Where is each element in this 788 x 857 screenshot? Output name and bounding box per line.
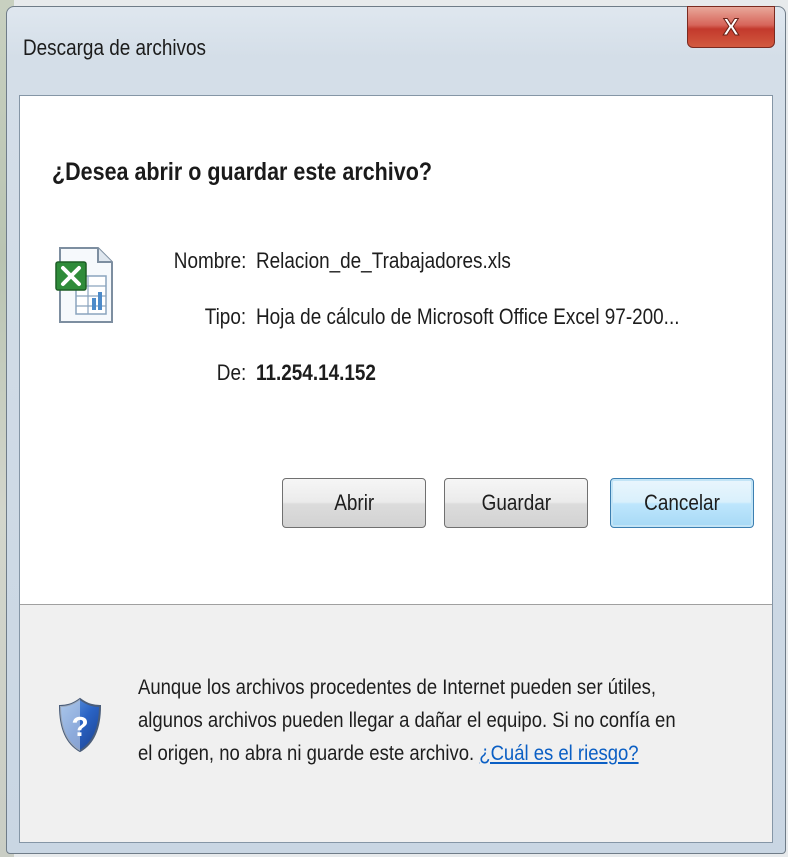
risk-info-link[interactable]: ¿Cuál es el riesgo? xyxy=(479,741,638,765)
type-value-cell: Hoja de cálculo de Microsoft Office Exce… xyxy=(256,304,776,338)
close-button[interactable]: X xyxy=(687,6,775,48)
name-label: Nombre: xyxy=(173,248,246,273)
excel-file-icon xyxy=(55,247,113,323)
save-button[interactable]: Guardar xyxy=(444,478,588,528)
name-value-cell: Relacion_de_Trabajadores.xls xyxy=(256,248,776,282)
type-label-cell: Tipo: xyxy=(140,304,246,338)
from-label: De: xyxy=(216,360,246,385)
from-value-cell: 11.254.14.152 xyxy=(256,360,776,394)
type-label: Tipo: xyxy=(204,304,246,329)
warning-line-2: algunos archivos pueden llegar a dañar e… xyxy=(138,708,676,732)
window-title: Descarga de archivos xyxy=(23,35,206,60)
warning-line-3: el origen, no abra ni guarde este archiv… xyxy=(138,737,740,770)
warning-line-1: Aunque los archivos procedentes de Inter… xyxy=(138,675,657,699)
title-bar[interactable]: Descarga de archivos X xyxy=(7,6,785,95)
dialog-content: ¿Desea abrir o guardar este archivo? Nom… xyxy=(19,95,773,843)
file-name-value: Relacion_de_Trabajadores.xls xyxy=(256,248,511,273)
security-warning-panel: ? Aunque los archivos procedentes de Int… xyxy=(20,605,772,842)
shield-question-icon: ? xyxy=(58,697,102,753)
from-label-cell: De: xyxy=(140,360,246,394)
save-button-label: Guardar xyxy=(481,490,551,515)
dialog-question: ¿Desea abrir o guardar este archivo? xyxy=(52,158,432,186)
warning-line-3-text: el origen, no abra ni guarde este archiv… xyxy=(138,741,475,765)
cancel-button[interactable]: Cancelar xyxy=(610,478,754,528)
open-button[interactable]: Abrir xyxy=(282,478,426,528)
download-dialog: Descarga de archivos X ¿Desea abrir o gu… xyxy=(6,6,786,854)
open-button-label: Abrir xyxy=(334,490,374,515)
svg-text:X: X xyxy=(723,14,739,40)
svg-text:?: ? xyxy=(71,711,88,742)
security-warning-text: Aunque los archivos procedentes de Inter… xyxy=(138,671,740,770)
cancel-button-label: Cancelar xyxy=(644,490,720,515)
close-icon: X xyxy=(722,14,739,40)
source-address-value: 11.254.14.152 xyxy=(256,360,376,385)
name-label-cell: Nombre: xyxy=(140,248,246,282)
file-type-value: Hoja de cálculo de Microsoft Office Exce… xyxy=(256,304,680,329)
